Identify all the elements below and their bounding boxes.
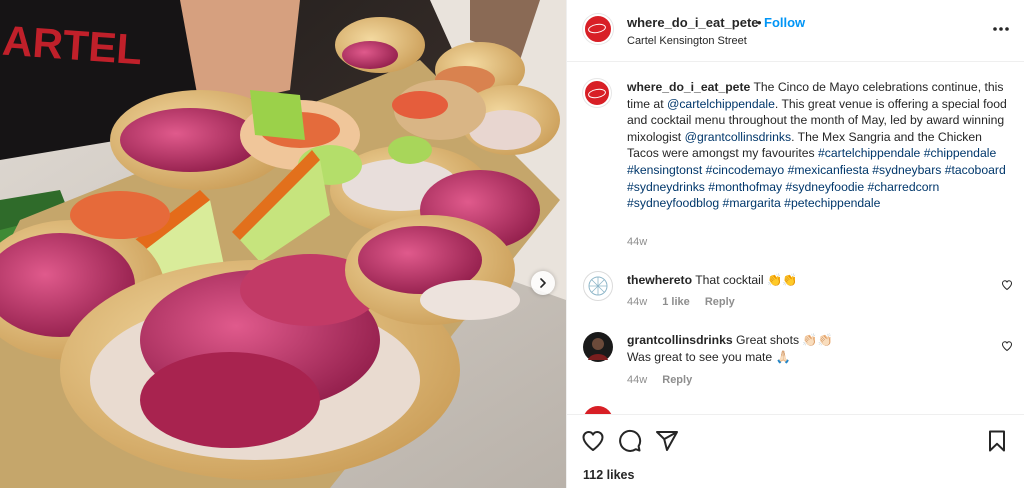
comment-text: That cocktail 👏👏 — [695, 273, 798, 287]
comment-body: grantcollinsdrinks Great shots 👏🏻👏🏻 — [627, 332, 833, 349]
comment-body: thewhereto That cocktail 👏👏 — [627, 272, 797, 289]
post-action-bar: 112 likes — [567, 414, 1024, 488]
comment-icon[interactable] — [618, 429, 642, 453]
commenter-avatar[interactable] — [583, 271, 613, 301]
post-side-panel: where_do_i_eat_pete • Follow Cartel Kens… — [566, 0, 1024, 488]
like-count[interactable]: 112 likes — [583, 468, 634, 482]
caption-mention-mixologist[interactable]: @grantcollinsdrinks — [685, 130, 792, 144]
chevron-right-icon — [540, 278, 546, 288]
photo-sign-text: ARTEL — [1, 17, 144, 74]
comment-meta: 44w Reply — [627, 374, 704, 386]
heart-icon[interactable] — [1001, 340, 1013, 352]
author-username[interactable]: where_do_i_eat_pete — [627, 15, 759, 30]
comment-meta: 44w 1 like Reply — [627, 296, 747, 308]
brand-logo-icon — [587, 22, 607, 35]
comment-timestamp: 44w — [627, 296, 648, 308]
next-photo-button[interactable] — [531, 271, 555, 295]
taco-board-photo: ARTEL — [0, 0, 566, 488]
comments-scroll-area[interactable]: where_do_i_eat_pete The Cinco de Mayo ce… — [567, 63, 1024, 414]
comment-timestamp: 44w — [627, 374, 648, 386]
instagram-post-view: ARTEL where_do_i_eat_pete • Follow Carte… — [0, 0, 1024, 488]
post-header: where_do_i_eat_pete • Follow Cartel Kens… — [567, 0, 1024, 62]
caption-author-avatar[interactable] — [583, 79, 611, 107]
comment-text-line2: Was great to see you mate 🙏🏻 — [627, 350, 791, 364]
more-options-icon[interactable] — [991, 22, 1011, 36]
bookmark-icon[interactable] — [985, 429, 1009, 453]
post-caption: where_do_i_eat_pete The Cinco de Mayo ce… — [627, 79, 1007, 212]
comment-username[interactable]: thewhereto — [627, 273, 692, 287]
comment-text: Great shots 👏🏻👏🏻 — [736, 333, 833, 347]
share-icon[interactable] — [655, 429, 679, 453]
commenter-avatar[interactable] — [583, 332, 613, 362]
caption-mention-venue[interactable]: @cartelchippendale — [667, 97, 775, 111]
caption-timestamp: 44w — [627, 236, 648, 248]
separator-dot: • — [757, 15, 762, 30]
heart-icon[interactable] — [1001, 279, 1013, 291]
post-photo[interactable]: ARTEL — [0, 0, 566, 488]
commenter-avatar[interactable] — [583, 406, 613, 414]
comment-like-count[interactable]: 1 like — [662, 296, 690, 308]
compass-logo-icon — [588, 276, 608, 296]
author-avatar[interactable] — [583, 14, 613, 44]
caption-username[interactable]: where_do_i_eat_pete — [627, 80, 750, 94]
heart-icon[interactable] — [581, 429, 605, 453]
reply-button[interactable]: Reply — [705, 296, 735, 308]
comment-username[interactable]: grantcollinsdrinks — [627, 333, 733, 347]
profile-photo-icon — [588, 338, 608, 360]
location-link[interactable]: Cartel Kensington Street — [627, 35, 747, 47]
brand-logo-icon — [587, 87, 607, 100]
reply-button[interactable]: Reply — [662, 374, 692, 386]
follow-button[interactable]: Follow — [764, 15, 805, 30]
